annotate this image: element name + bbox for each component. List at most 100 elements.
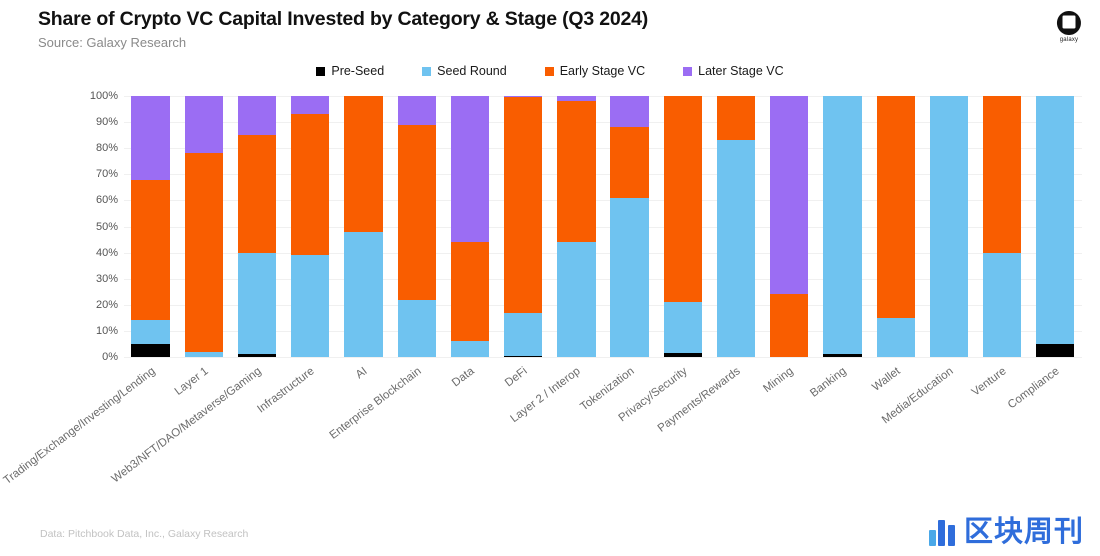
legend-swatch-icon bbox=[422, 66, 432, 76]
x-axis-tick-label: Venture bbox=[969, 365, 1009, 399]
bar-segment[interactable] bbox=[184, 351, 223, 357]
bar-segment[interactable] bbox=[344, 231, 383, 357]
bar-segment[interactable] bbox=[982, 252, 1022, 357]
bar-segment[interactable] bbox=[876, 96, 915, 318]
stacked-bar[interactable] bbox=[184, 96, 223, 357]
bar-slot bbox=[390, 96, 443, 357]
bar-segment[interactable] bbox=[450, 96, 490, 243]
bar-segment[interactable] bbox=[770, 294, 809, 357]
bar-slot bbox=[976, 96, 1029, 357]
bar-segment[interactable] bbox=[929, 96, 969, 357]
stacked-bar[interactable] bbox=[982, 96, 1022, 357]
bar-segment[interactable] bbox=[237, 353, 277, 357]
bar-segment[interactable] bbox=[610, 127, 649, 198]
bar-segment[interactable] bbox=[291, 96, 330, 115]
legend-item[interactable]: Pre-Seed bbox=[316, 64, 384, 78]
y-axis-tick-label: 50% bbox=[95, 220, 118, 233]
x-axis-labels: Trading/Exchange/Investing/Lending Layer … bbox=[1, 365, 1082, 516]
bar-segment[interactable] bbox=[397, 96, 436, 125]
galaxy-logo-text: galaxy bbox=[1059, 37, 1079, 43]
bar-segment[interactable] bbox=[823, 354, 862, 357]
bar-segment[interactable] bbox=[184, 153, 223, 352]
bar-segment[interactable] bbox=[663, 302, 702, 354]
stacked-bar[interactable] bbox=[610, 96, 649, 357]
y-axis-tick-label: 40% bbox=[95, 246, 118, 259]
bar-segment[interactable] bbox=[663, 353, 702, 357]
stacked-bar[interactable] bbox=[291, 96, 330, 357]
bar-segment[interactable] bbox=[663, 96, 702, 303]
bar-segment[interactable] bbox=[397, 124, 436, 300]
legend-swatch-icon bbox=[316, 66, 326, 76]
x-axis-tick-label: Wallet bbox=[869, 365, 903, 394]
bar-segment[interactable] bbox=[450, 242, 490, 342]
bar-segment[interactable] bbox=[1036, 96, 1075, 344]
bar-segment[interactable] bbox=[291, 255, 330, 357]
legend-item[interactable]: Early Stage VC bbox=[544, 64, 645, 78]
bar-segment[interactable] bbox=[557, 242, 596, 357]
x-axis-tick-label: Data bbox=[449, 365, 477, 390]
stacked-bar[interactable] bbox=[397, 96, 436, 357]
stacked-bar[interactable] bbox=[770, 96, 809, 357]
stacked-bar[interactable] bbox=[929, 96, 969, 357]
stacked-bar[interactable] bbox=[876, 96, 915, 357]
stacked-bar[interactable] bbox=[237, 96, 277, 357]
bar-segment[interactable] bbox=[503, 355, 543, 357]
y-axis: 0% 10% 20% 30% 40% 50% 60% 70% 80% 90% 100% bbox=[78, 88, 118, 363]
bar-segment[interactable] bbox=[397, 299, 436, 357]
stacked-bar[interactable] bbox=[823, 96, 862, 357]
bar-segment[interactable] bbox=[503, 312, 543, 356]
bar-segment[interactable] bbox=[716, 140, 756, 357]
y-axis-tick-label: 100% bbox=[89, 90, 118, 102]
legend-swatch-icon bbox=[544, 66, 554, 76]
x-axis-label-slot: DeFi bbox=[497, 365, 550, 516]
bar-segment[interactable] bbox=[610, 96, 649, 128]
stacked-bar[interactable] bbox=[716, 96, 756, 357]
bar-segment[interactable] bbox=[770, 96, 809, 295]
bar-slot bbox=[1029, 96, 1082, 357]
y-axis-tick-label: 10% bbox=[95, 324, 118, 337]
bar-segment[interactable] bbox=[610, 197, 649, 357]
plot-area: 0% 10% 20% 30% 40% 50% 60% 70% 80% 90% 100% bbox=[78, 88, 1082, 363]
bar-slot bbox=[497, 96, 550, 357]
bar-segment[interactable] bbox=[344, 96, 383, 232]
bar-segment[interactable] bbox=[237, 96, 277, 136]
chart-source-subtitle: Source: Galaxy Research bbox=[38, 35, 187, 50]
bar-segment[interactable] bbox=[1036, 343, 1075, 357]
bar-segment[interactable] bbox=[131, 179, 170, 321]
legend-item[interactable]: Later Stage VC bbox=[683, 64, 784, 78]
bar-segment[interactable] bbox=[823, 96, 862, 355]
bar-segment[interactable] bbox=[876, 317, 915, 357]
bar-segment[interactable] bbox=[237, 135, 277, 253]
bar-segment[interactable] bbox=[237, 252, 277, 354]
x-axis-tick-label: Layer 1 bbox=[172, 365, 211, 398]
bar-segment[interactable] bbox=[450, 341, 490, 357]
grid-line bbox=[124, 357, 1082, 358]
bar-segment[interactable] bbox=[291, 114, 330, 256]
x-axis-label-slot: Wallet bbox=[869, 365, 922, 516]
stacked-bar[interactable] bbox=[450, 96, 490, 357]
x-axis-tick-label: Banking bbox=[808, 365, 850, 400]
bar-segment[interactable] bbox=[716, 96, 756, 141]
y-axis-tick-label: 90% bbox=[95, 116, 118, 129]
bar-segment[interactable] bbox=[982, 96, 1022, 253]
bar-segment[interactable] bbox=[557, 101, 596, 243]
bar-segment[interactable] bbox=[184, 96, 223, 154]
galaxy-logo: galaxy bbox=[1052, 10, 1086, 50]
legend-label: Later Stage VC bbox=[698, 64, 784, 78]
bar-segment[interactable] bbox=[131, 96, 170, 180]
y-axis-tick-label: 70% bbox=[95, 168, 118, 181]
bar-segment[interactable] bbox=[503, 97, 543, 313]
bar-segment[interactable] bbox=[131, 343, 170, 357]
legend-item[interactable]: Seed Round bbox=[422, 64, 507, 78]
x-axis-label-slot: Layer 2 / Interop bbox=[509, 365, 603, 516]
x-axis-label-slot: Enterprise Blockchain bbox=[327, 365, 443, 516]
stacked-bar[interactable] bbox=[1036, 96, 1075, 357]
stacked-bar[interactable] bbox=[131, 96, 170, 357]
y-axis-tick-label: 0% bbox=[102, 351, 118, 363]
y-axis-tick-label: 80% bbox=[95, 142, 118, 155]
bar-segment[interactable] bbox=[131, 320, 170, 344]
stacked-bar[interactable] bbox=[344, 96, 383, 357]
stacked-bar[interactable] bbox=[557, 96, 596, 357]
stacked-bar[interactable] bbox=[663, 96, 702, 357]
stacked-bar[interactable] bbox=[503, 96, 543, 357]
